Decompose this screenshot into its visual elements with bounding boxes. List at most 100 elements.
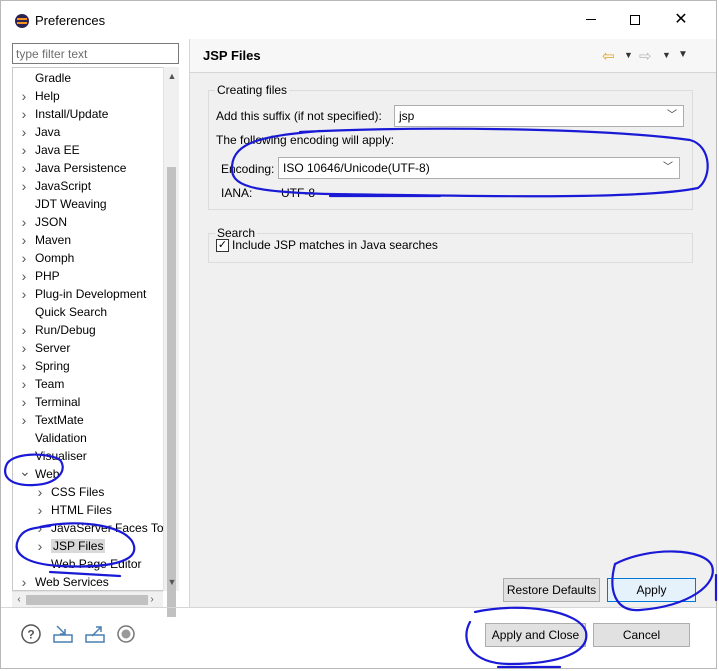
forward-dropdown-icon[interactable]: ▼: [662, 47, 671, 63]
chevron-right-icon[interactable]: ›: [35, 501, 45, 519]
chevron-right-icon[interactable]: ›: [19, 87, 29, 105]
tree-item[interactable]: › Run/Debug: [19, 321, 96, 339]
include-jsp-checkbox[interactable]: ✓: [216, 239, 229, 252]
tree-item[interactable]: › TextMate: [19, 411, 84, 429]
chevron-right-icon[interactable]: ›: [35, 537, 45, 555]
tree-item[interactable]: › JSON: [19, 213, 67, 231]
chevron-right-icon[interactable]: ›: [19, 393, 29, 411]
tree-item[interactable]: Web Page Editor: [35, 555, 142, 573]
chevron-down-icon[interactable]: ﹀: [663, 158, 673, 178]
tree-item[interactable]: › JavaServer Faces Too: [35, 519, 171, 537]
chevron-right-icon[interactable]: ›: [19, 249, 29, 267]
chevron-right-icon[interactable]: ›: [35, 483, 45, 501]
maximize-button[interactable]: [615, 5, 655, 35]
tree-item-label: Web Services: [35, 575, 109, 589]
tree-vertical-scrollbar[interactable]: ▲ ▼: [163, 67, 180, 617]
chevron-right-icon[interactable]: ›: [19, 411, 29, 429]
forward-arrow-icon[interactable]: ⇨: [639, 47, 652, 65]
tree-item[interactable]: › CSS Files: [35, 483, 105, 501]
apply-button[interactable]: Apply: [607, 578, 696, 602]
tree-item-label: JavaServer Faces Too: [51, 521, 171, 535]
tree-item-label: Java Persistence: [35, 161, 127, 175]
tree-item[interactable]: › Terminal: [19, 393, 81, 411]
scroll-down-icon[interactable]: ▼: [164, 573, 180, 591]
chevron-right-icon[interactable]: ›: [19, 267, 29, 285]
tree-item[interactable]: Validation: [19, 429, 87, 447]
tree-item[interactable]: › Server: [19, 339, 71, 357]
tree-item-label: Help: [35, 89, 60, 103]
filter-input[interactable]: [12, 43, 179, 64]
encoding-combo[interactable]: ISO 10646/Unicode(UTF-8) ﹀: [278, 157, 680, 179]
chevron-right-icon[interactable]: ›: [19, 573, 29, 590]
tree-item[interactable]: › Plug-in Development: [19, 285, 147, 303]
tree-item[interactable]: › JSP Files: [35, 537, 106, 555]
scroll-right-icon[interactable]: ›: [145, 592, 159, 608]
tree-item[interactable]: › Java Persistence: [19, 159, 127, 177]
tree-item-label: Oomph: [35, 251, 75, 265]
tree-item[interactable]: › Oomph: [19, 249, 75, 267]
tree-item[interactable]: › Spring: [19, 357, 70, 375]
chevron-right-icon[interactable]: ›: [19, 231, 29, 249]
tree-item[interactable]: › Java EE: [19, 141, 80, 159]
import-icon[interactable]: [52, 623, 74, 645]
tree-item[interactable]: › Maven: [19, 231, 71, 249]
restore-defaults-button[interactable]: Restore Defaults: [503, 578, 600, 602]
chevron-right-icon[interactable]: ›: [35, 519, 45, 537]
help-icon[interactable]: ?: [20, 623, 42, 645]
export-icon[interactable]: [84, 623, 106, 645]
tree-horizontal-scrollbar[interactable]: ‹ ›: [12, 591, 163, 607]
tree-item[interactable]: › Team: [19, 375, 65, 393]
tree-item-label: Java EE: [35, 143, 80, 157]
chevron-down-icon[interactable]: ⌄: [19, 464, 31, 483]
view-menu-icon[interactable]: ▼: [678, 47, 688, 63]
scroll-thumb[interactable]: [167, 167, 176, 617]
chevron-right-icon[interactable]: ›: [19, 375, 29, 393]
tree-item[interactable]: JDT Weaving: [19, 195, 107, 213]
window-title: Preferences: [35, 13, 106, 28]
tree-item[interactable]: › Web Services: [19, 573, 109, 590]
tree-item-label: Terminal: [35, 395, 81, 409]
creating-files-title: Creating files: [215, 83, 290, 97]
tree-item[interactable]: › Install/Update: [19, 105, 109, 123]
chevron-right-icon[interactable]: ›: [19, 321, 29, 339]
tree-item[interactable]: › Java: [19, 123, 61, 141]
chevron-right-icon[interactable]: ›: [19, 285, 29, 303]
cancel-button[interactable]: Cancel: [593, 623, 690, 647]
back-dropdown-icon[interactable]: ▼: [624, 47, 633, 63]
chevron-right-icon[interactable]: ›: [19, 105, 29, 123]
minimize-button[interactable]: [571, 5, 611, 35]
chevron-right-icon[interactable]: ›: [19, 357, 29, 375]
tree-item[interactable]: ⌄ Web: [19, 464, 59, 483]
chevron-right-icon[interactable]: ›: [19, 159, 29, 177]
chevron-right-icon[interactable]: ›: [19, 141, 29, 159]
tree-item[interactable]: Gradle: [19, 69, 71, 87]
back-arrow-icon[interactable]: ⇦: [602, 47, 615, 65]
tree-item-label: JavaScript: [35, 179, 92, 193]
tree-item[interactable]: › PHP: [19, 267, 60, 285]
chevron-right-icon[interactable]: ›: [19, 213, 29, 231]
chevron-down-icon[interactable]: ﹀: [667, 106, 677, 126]
tree-item-label: Gradle: [35, 71, 72, 85]
tree-item[interactable]: Quick Search: [19, 303, 107, 321]
tree-item[interactable]: › HTML Files: [35, 501, 112, 519]
suffix-combo[interactable]: jsp ﹀: [394, 105, 684, 127]
record-icon[interactable]: [115, 623, 137, 645]
tree-item-label: JSP Files: [51, 539, 106, 553]
apply-and-close-button[interactable]: Apply and Close: [485, 623, 586, 647]
scroll-left-icon[interactable]: ‹: [12, 592, 26, 608]
tree-item-label: Quick Search: [35, 305, 108, 319]
chevron-right-icon[interactable]: ›: [19, 339, 29, 357]
close-icon: ✕: [674, 11, 688, 28]
scroll-thumb-horizontal[interactable]: [26, 595, 148, 605]
encoding-intro-label: The following encoding will apply:: [216, 133, 395, 147]
close-button[interactable]: ✕: [661, 5, 701, 35]
svg-text:?: ?: [27, 628, 34, 642]
tree-item[interactable]: › JavaScript: [19, 177, 91, 195]
encoding-label: Encoding:: [221, 162, 275, 176]
chevron-right-icon[interactable]: ›: [19, 177, 29, 195]
suffix-label: Add this suffix (if not specified):: [216, 109, 382, 123]
tree-item-label: Run/Debug: [35, 323, 96, 337]
chevron-right-icon[interactable]: ›: [19, 123, 29, 141]
tree-item[interactable]: › Help: [19, 87, 60, 105]
scroll-up-icon[interactable]: ▲: [164, 67, 180, 85]
